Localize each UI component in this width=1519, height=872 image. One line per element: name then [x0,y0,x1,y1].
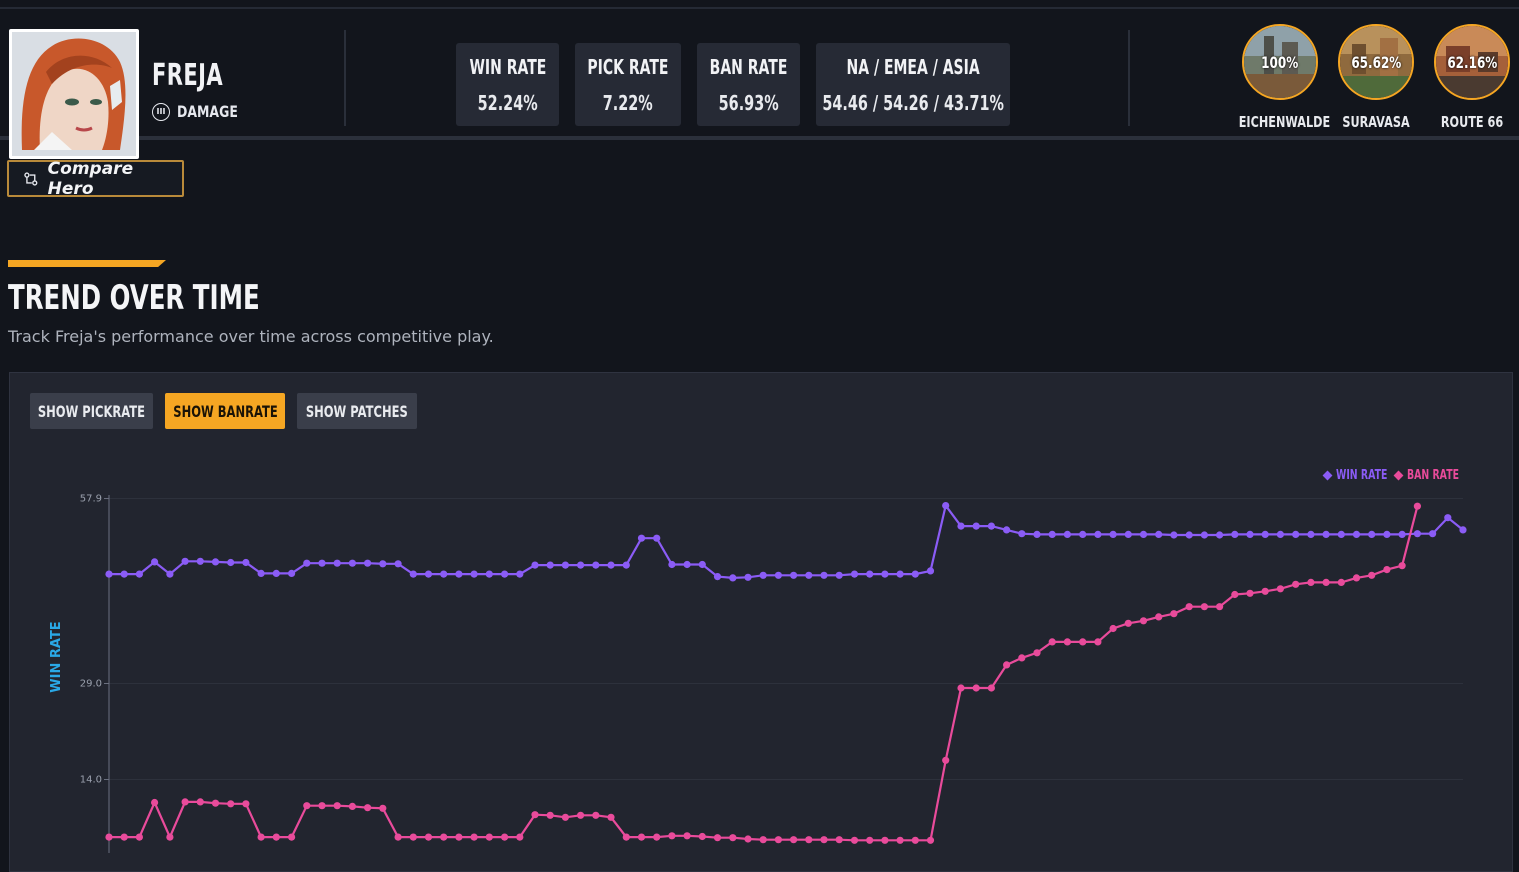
legend-ban-rate-label: BAN RATE [1407,468,1459,483]
legend-win-rate-label: WIN RATE [1336,468,1388,483]
stat-pick-rate: PICK RATE 7.22% [575,43,681,126]
hero-portrait-image [12,32,130,150]
compare-icon [24,171,38,186]
stat-label: WIN RATE [469,54,546,79]
map-name: ROUTE 66 [1440,113,1504,131]
stat-value: 52.24% [477,90,538,115]
map-route-66[interactable]: 62.16% [1434,24,1510,100]
section-subtitle: Track Freja's performance over time acro… [8,327,494,346]
map-win-rate: 65.62% [1351,52,1401,72]
show-patches-button[interactable]: SHOW PATCHES [297,393,417,429]
compare-hero-label: Compare Hero [47,158,134,199]
show-banrate-button[interactable]: SHOW BANRATE [165,393,285,429]
compare-hero-button[interactable]: Compare Hero [7,158,184,199]
map-suravasa[interactable]: 65.62% [1338,24,1414,100]
header-divider [0,136,1519,140]
hero-name: FREJA [152,58,224,93]
stat-region-win-rates: NA / EMEA / ASIA 54.46 / 54.26 / 43.71% [816,43,1010,126]
legend-win-rate-diamond-icon [1322,470,1333,481]
header-divider-right [1128,30,1130,126]
show-banrate-label: SHOW BANRATE [172,401,278,421]
stat-label: NA / EMEA / ASIA [846,54,980,79]
legend-ban-rate[interactable]: BAN RATE [1393,468,1459,483]
section-title: TREND OVER TIME [8,278,260,318]
legend-win-rate[interactable]: WIN RATE [1322,468,1388,483]
show-pickrate-label: SHOW PICKRATE [37,401,146,421]
section-accent-bar [8,260,166,267]
hero-role-label: DAMAGE [177,102,238,121]
stat-label: PICK RATE [587,54,669,79]
legend-ban-rate-diamond-icon [1393,470,1404,481]
show-pickrate-button[interactable]: SHOW PICKRATE [30,393,153,429]
stat-label: BAN RATE [709,54,788,79]
map-win-rate: 62.16% [1447,52,1497,72]
map-name: EICHENWALDE [1238,113,1331,131]
map-name: SURAVASA [1342,113,1410,131]
header-divider-left [344,30,346,126]
damage-role-icon: III [152,102,170,121]
stat-win-rate: WIN RATE 52.24% [456,43,559,126]
map-eichenwalde[interactable]: 100% [1242,24,1318,100]
stat-value: 54.46 / 54.26 / 43.71% [822,90,1004,115]
map-win-rate: 100% [1261,52,1299,72]
hero-role: III DAMAGE [152,102,255,121]
trend-chart-panel [9,372,1513,872]
show-patches-label: SHOW PATCHES [306,401,408,421]
hero-portrait [9,29,139,159]
stat-value: 56.93% [718,90,779,115]
stat-ban-rate: BAN RATE 56.93% [697,43,800,126]
stat-value: 7.22% [603,90,653,115]
